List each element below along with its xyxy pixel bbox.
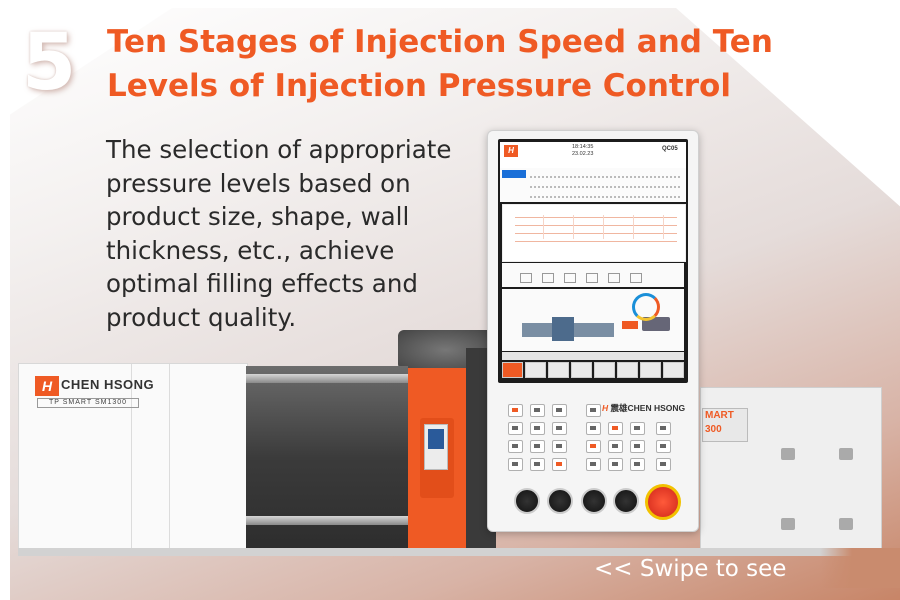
chart-gridline [543, 215, 544, 239]
keypad-key[interactable] [586, 422, 601, 435]
keypad-key[interactable] [508, 404, 523, 417]
stage-icon[interactable] [520, 273, 532, 283]
tiebar [246, 516, 408, 525]
screen-nav-bar [502, 352, 684, 360]
status-row [530, 176, 680, 179]
tiebar [246, 374, 408, 383]
screen-function-button[interactable] [594, 362, 615, 378]
injection-profile-chart [502, 204, 686, 262]
stage-icon[interactable] [608, 273, 620, 283]
chart-gridline [515, 217, 677, 218]
chart-gridline [663, 215, 664, 239]
round-button[interactable] [547, 488, 573, 514]
control-panel: H 18:14:35 23.02.23 QC05 H 震雄CHEN HSONG [487, 130, 699, 532]
machine-base [18, 548, 878, 556]
status-row [530, 196, 680, 199]
cover-latch [839, 448, 853, 460]
panel-brand: H 震雄CHEN HSONG [602, 402, 685, 414]
round-button[interactable] [581, 488, 607, 514]
screen-function-button[interactable] [617, 362, 638, 378]
secondary-control-screen [424, 424, 448, 470]
machine-brand-plate: H CHEN HSONG TP SMART SM1300 [35, 376, 154, 408]
stage-icon[interactable] [586, 273, 598, 283]
diagram-nozzle [622, 321, 638, 329]
injection-unit-label: MART 300 [702, 408, 748, 442]
keypad-key[interactable] [656, 440, 671, 453]
screen-function-button[interactable] [525, 362, 546, 378]
cover-latch [781, 518, 795, 530]
key-switch[interactable] [514, 488, 540, 514]
keypad-key[interactable] [608, 458, 623, 471]
keypad-key[interactable] [608, 422, 623, 435]
keypad-key[interactable] [530, 404, 545, 417]
round-button[interactable] [613, 488, 639, 514]
keypad-key[interactable] [586, 458, 601, 471]
machine-safety-guard: H CHEN HSONG TP SMART SM1300 [18, 363, 248, 552]
secondary-screen-display [428, 429, 444, 449]
keypad-key[interactable] [552, 440, 567, 453]
keypad-key[interactable] [630, 422, 645, 435]
keypad-key[interactable] [630, 458, 645, 471]
status-row [530, 186, 680, 189]
machine-brand-name: CHEN HSONG [61, 377, 155, 392]
injection-stage-row [502, 263, 684, 287]
screen-status-tab[interactable] [502, 170, 526, 178]
pressure-gauge-icon [632, 293, 660, 321]
chen-hsong-logo-icon: H [35, 376, 59, 396]
screen-function-button[interactable] [502, 362, 523, 378]
keypad-key[interactable] [656, 422, 671, 435]
description-text: The selection of appropriate pressure le… [106, 135, 452, 332]
keypad-key[interactable] [608, 440, 623, 453]
screen-function-button[interactable] [571, 362, 592, 378]
keypad-key[interactable] [630, 440, 645, 453]
chart-gridline [515, 241, 677, 242]
stage-icon[interactable] [564, 273, 576, 283]
panel-brand-name: CHEN HSONG [627, 403, 686, 413]
keypad-key[interactable] [508, 458, 523, 471]
keypad-key[interactable] [656, 458, 671, 471]
screen-function-buttons [502, 362, 684, 378]
page-title: Ten Stages of Injection Speed and Ten Le… [107, 24, 773, 104]
machine-diagram [502, 289, 684, 351]
keypad-key[interactable] [552, 422, 567, 435]
door-seam [169, 364, 170, 551]
stage-icon[interactable] [630, 273, 642, 283]
chart-gridline [603, 215, 604, 239]
screen-function-button[interactable] [640, 362, 661, 378]
swipe-hint-fade [820, 548, 900, 588]
screen-model-code: QC05 [662, 146, 678, 152]
keypad-key[interactable] [552, 404, 567, 417]
cover-latch [781, 448, 795, 460]
machine-model-plate: TP SMART SM1300 [37, 398, 139, 408]
stage-icon[interactable] [542, 273, 554, 283]
keypad-key[interactable] [530, 458, 545, 471]
keypad-key[interactable] [530, 440, 545, 453]
chart-gridline [573, 215, 574, 239]
panel-brand-cn: 震雄 [610, 403, 628, 413]
screen-clock: 18:14:35 23.02.23 [572, 144, 594, 157]
keypad-key[interactable] [508, 422, 523, 435]
swipe-hint: << Swipe to see [594, 556, 787, 582]
keypad-key[interactable] [586, 440, 601, 453]
emergency-stop-button[interactable] [645, 484, 681, 520]
keypad-key[interactable] [586, 404, 601, 417]
screen-function-button[interactable] [663, 362, 684, 378]
screen-header: H 18:14:35 23.02.23 QC05 [500, 142, 686, 168]
panel-logo-icon: H [602, 403, 609, 413]
diagram-mold [552, 317, 574, 341]
screen-function-button[interactable] [548, 362, 569, 378]
chart-gridline [515, 225, 677, 226]
keypad-key[interactable] [530, 422, 545, 435]
chart-gridline [633, 215, 634, 239]
step-number-badge: 5 [22, 22, 86, 104]
machine-tiebar-area [246, 366, 408, 550]
chart-gridline [515, 233, 677, 234]
keypad-key[interactable] [508, 440, 523, 453]
screen-logo-icon: H [504, 145, 518, 157]
step-number: 5 [22, 18, 77, 108]
keypad-key[interactable] [552, 458, 567, 471]
screen-status-table [500, 168, 686, 202]
cover-latch [839, 518, 853, 530]
